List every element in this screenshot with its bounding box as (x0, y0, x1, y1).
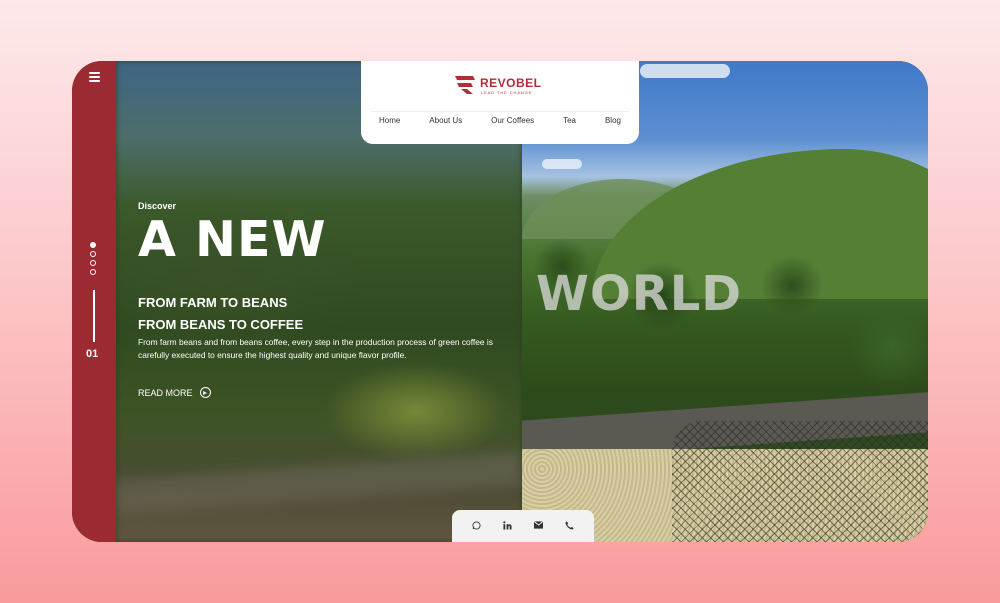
read-more-label: READ MORE (138, 387, 193, 398)
slide-number: 01 (86, 348, 99, 360)
social-bar (452, 510, 594, 542)
main-nav: Home About Us Our Coffees Tea Blog (371, 116, 629, 125)
revobel-logo-icon (455, 76, 475, 94)
cloud (640, 64, 730, 78)
email-icon[interactable] (532, 521, 546, 531)
read-more-link[interactable]: READ MORE (138, 387, 211, 398)
slide-dot-1[interactable] (90, 242, 96, 248)
cloud (542, 159, 582, 169)
drying-net (672, 421, 928, 542)
header-card: REVOBEL LEAD THE CHANGE Home About Us Ou… (361, 61, 639, 144)
nav-our-coffees[interactable]: Our Coffees (491, 116, 534, 125)
slide-dot-3[interactable] (90, 260, 96, 266)
hamburger-menu-icon[interactable] (89, 72, 100, 82)
subheading-line-2: FROM BEANS TO COFFEE (138, 317, 304, 332)
hero-description: From farm beans and from beans coffee, e… (138, 337, 493, 360)
header-divider (371, 111, 629, 112)
nav-home[interactable]: Home (379, 116, 400, 125)
brand-name: REVOBEL (480, 76, 542, 90)
slide-dot-2[interactable] (90, 251, 96, 257)
phone-icon[interactable] (563, 520, 577, 532)
subheading-line-1: FROM FARM TO BEANS (138, 295, 288, 310)
whatsapp-icon[interactable] (469, 520, 483, 532)
nav-about-us[interactable]: About Us (429, 116, 462, 125)
slide-dot-4[interactable] (90, 269, 96, 275)
hero-frame: 01 REVOBEL LEAD THE CHANGE Home About Us… (72, 61, 928, 542)
slide-indicator (90, 242, 98, 278)
slide-progress-line (93, 290, 95, 342)
arrow-circle-icon (199, 387, 211, 398)
headline-a-new: A NEW (138, 211, 327, 268)
brand-logo[interactable]: REVOBEL LEAD THE CHANGE (454, 74, 546, 96)
headline-world: WORLD (536, 266, 743, 322)
hero-subheading: FROM FARM TO BEANS FROM BEANS TO COFFEE (138, 292, 303, 336)
discover-label: Discover (138, 201, 177, 211)
linkedin-icon[interactable] (500, 520, 514, 532)
nav-blog[interactable]: Blog (605, 116, 621, 125)
brand-tagline: LEAD THE CHANGE (481, 90, 533, 95)
nav-tea[interactable]: Tea (563, 116, 576, 125)
side-rail: 01 (72, 61, 116, 542)
